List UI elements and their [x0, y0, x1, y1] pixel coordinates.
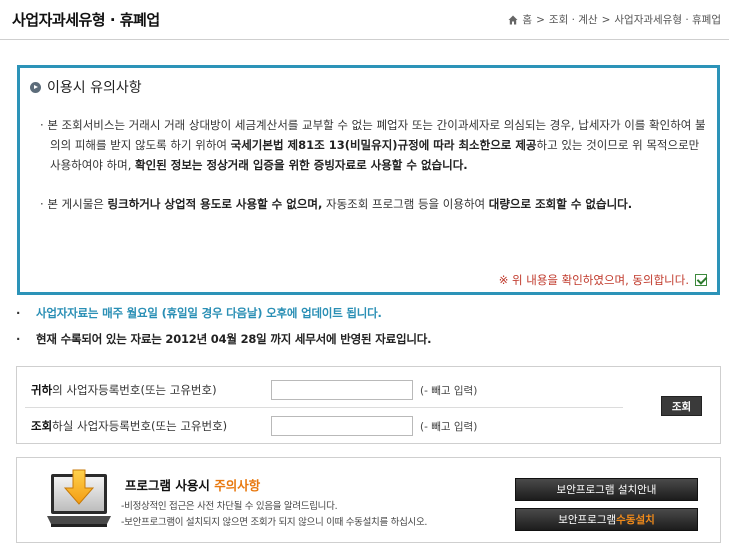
- bullet-dot: ·: [16, 332, 21, 346]
- breadcrumb-home[interactable]: 홈: [522, 12, 532, 27]
- notice-bold-text: 링크하거나 상업적 용도로 사용할 수 없으며,: [107, 197, 323, 211]
- program-note-1: -비정상적인 접근은 사전 차단될 수 있음을 알려드립니다.: [121, 501, 338, 512]
- notice-title-text: 이용시 유의사항: [47, 80, 142, 96]
- data-date-info-text: 현재 수록되어 있는 자료는 2012년 04월 28일 까지 세무서에 반영된…: [36, 332, 432, 346]
- page-header: 사업자과세유형 · 휴폐업 홈 > 조회 · 계산 > 사업자과세유형 · 휴폐…: [0, 0, 729, 40]
- notice-text: 자동조회 프로그램 등을 이용하여: [322, 197, 489, 211]
- program-notice-title: 프로그램 사용시 주의사항: [125, 475, 260, 494]
- notice-paragraph-2: · 본 게시물은 링크하거나 상업적 용도로 사용할 수 없으며, 자동조회 프…: [38, 194, 708, 214]
- breadcrumb-separator: >: [536, 13, 545, 26]
- agree-row: ※ 위 내용을 확인하였으며, 동의합니다.: [499, 272, 707, 288]
- target-business-number-label: 조회하실 사업자등록번호(또는 고유번호): [31, 418, 271, 434]
- breadcrumb-lookup[interactable]: 조회 · 계산: [549, 12, 598, 27]
- bullet-arrow-icon: [30, 81, 41, 93]
- row-divider: [25, 407, 623, 408]
- update-info-text: 사업자자료는 매주 월요일 (휴일일 경우 다음날) 오후에 업데이트 됩니다.: [36, 306, 382, 320]
- notice-body: · 본 조회서비스는 거래시 거래 상대방이 세금계산서를 교부할 수 없는 폐…: [38, 115, 708, 233]
- notice-paragraph-1: · 본 조회서비스는 거래시 거래 상대방이 세금계산서를 교부할 수 없는 폐…: [38, 115, 708, 175]
- bullet-dot: ·: [40, 118, 44, 132]
- breadcrumb-separator: >: [601, 13, 611, 26]
- label-rest: 하실 사업자등록번호(또는 고유번호): [52, 419, 228, 433]
- search-button[interactable]: 조회: [661, 396, 702, 416]
- program-notice: 프로그램 사용시 주의사항 -비정상적인 접근은 사전 차단될 수 있음을 알려…: [16, 457, 721, 543]
- bullet-dot: ·: [16, 306, 21, 320]
- notice-bold-text: 국세기본법 제81조 13(비밀유지)규정에 따라 최소한으로 제공: [230, 138, 537, 152]
- home-icon[interactable]: [508, 15, 518, 25]
- page-title: 사업자과세유형 · 휴폐업: [12, 11, 160, 29]
- label-bold: 귀하: [31, 383, 53, 397]
- security-manual-install-button[interactable]: 보안프로그램 수동설치: [515, 508, 698, 531]
- input-hint: (- 빼고 입력): [420, 420, 478, 433]
- bullet-dot: ·: [40, 197, 44, 211]
- program-note-2: -보안프로그램이 설치되지 않으면 조회가 되지 않으니 이때 수동설치를 하십…: [121, 517, 428, 528]
- notice-bold-text: 대량으로 조회할 수 없습니다.: [488, 197, 633, 211]
- security-install-guide-button[interactable]: 보안프로그램 설치안내: [515, 478, 698, 501]
- label-rest: 의 사업자등록번호(또는 고유번호): [52, 383, 217, 397]
- title-main: 프로그램 사용시: [125, 478, 215, 493]
- target-business-number-input[interactable]: [271, 416, 413, 436]
- title-accent: 주의사항: [214, 478, 261, 493]
- agree-label[interactable]: ※ 위 내용을 확인하였으며, 동의합니다.: [499, 272, 689, 288]
- lookup-form: 귀하의 사업자등록번호(또는 고유번호) (- 빼고 입력) 조회하실 사업자등…: [16, 366, 721, 444]
- notice-title: 이용시 유의사항: [30, 77, 142, 97]
- label-bold: 조회: [31, 419, 53, 433]
- notice-text: 본 게시물은: [47, 197, 108, 211]
- button-text: 보안프로그램: [558, 514, 617, 526]
- input-hint: (- 빼고 입력): [420, 384, 478, 397]
- target-business-number-row: 조회하실 사업자등록번호(또는 고유번호) (- 빼고 입력): [31, 416, 477, 436]
- laptop-download-icon: [47, 469, 111, 527]
- my-business-number-row: 귀하의 사업자등록번호(또는 고유번호) (- 빼고 입력): [31, 380, 477, 400]
- button-accent-text: 수동설치: [616, 514, 655, 526]
- breadcrumb-current: 사업자과세유형 · 휴폐업: [614, 14, 721, 26]
- notice-bold-text: 확인된 정보는 정상거래 입증을 위한 증빙자료로 사용할 수 없습니다.: [135, 158, 468, 172]
- agree-checkbox[interactable]: [695, 274, 707, 286]
- notice-box: 이용시 유의사항 · 본 조회서비스는 거래시 거래 상대방이 세금계산서를 교…: [17, 65, 720, 295]
- my-business-number-label: 귀하의 사업자등록번호(또는 고유번호): [31, 382, 271, 398]
- breadcrumb: 홈 > 조회 · 계산 > 사업자과세유형 · 휴폐업: [508, 12, 721, 27]
- data-date-info: · 현재 수록되어 있는 자료는 2012년 04월 28일 까지 세무서에 반영…: [16, 331, 431, 347]
- my-business-number-input[interactable]: [271, 380, 413, 400]
- update-info: · 사업자자료는 매주 월요일 (휴일일 경우 다음날) 오후에 업데이트 됩니다…: [16, 305, 382, 321]
